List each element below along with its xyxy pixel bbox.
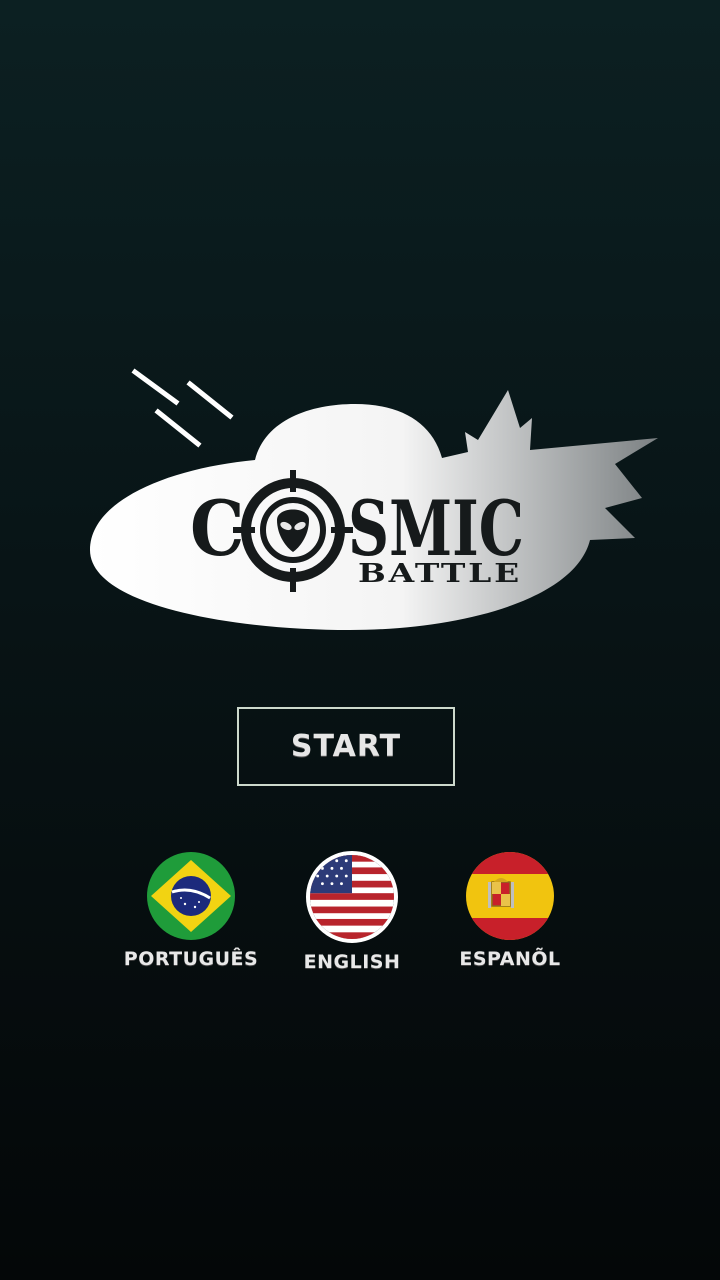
start-button[interactable]: START xyxy=(237,707,455,786)
language-label-spanish: ESPANÕL xyxy=(459,948,561,970)
language-label-portuguese: PORTUGUÊS xyxy=(123,948,259,970)
cosmic-battle-logo: C SMIC BATTLE xyxy=(90,368,658,630)
brazil-flag-icon xyxy=(147,852,235,940)
logo-subtitle: BATTLE xyxy=(358,559,522,589)
language-label-english: ENGLISH xyxy=(303,951,401,973)
start-label: START xyxy=(290,729,402,764)
spain-flag-icon xyxy=(466,852,554,940)
language-option-english[interactable]: ENGLISH xyxy=(272,851,432,973)
language-option-portuguese[interactable]: PORTUGUÊS xyxy=(111,852,271,970)
speed-lines-icon xyxy=(131,368,234,448)
usa-flag-icon xyxy=(306,851,398,943)
language-option-spanish[interactable]: ESPANÕL xyxy=(430,852,590,970)
